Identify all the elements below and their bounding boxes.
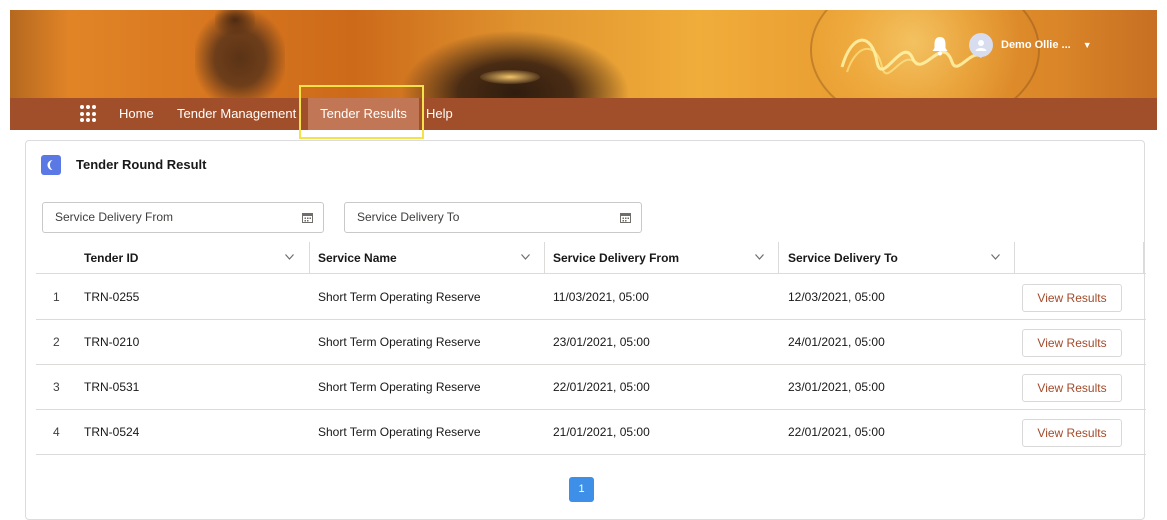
table-row: 4 TRN-0524 Short Term Operating Reserve …	[36, 410, 1146, 455]
banner-bottle-top	[215, 10, 255, 35]
row-number: 4	[53, 425, 60, 439]
chevron-down-icon[interactable]	[991, 254, 1000, 260]
column-header-service-delivery-to[interactable]: Service Delivery To	[788, 242, 898, 274]
service-name-cell: Short Term Operating Reserve	[318, 380, 481, 394]
service-delivery-to-input[interactable]: Service Delivery To	[344, 202, 642, 233]
nav-item-help[interactable]: Help	[426, 98, 453, 130]
nav-item-home[interactable]: Home	[119, 98, 154, 130]
view-results-button[interactable]: View Results	[1022, 419, 1122, 447]
caret-down-icon: ▼	[1082, 40, 1092, 50]
tender-id-cell: TRN-0210	[84, 335, 140, 349]
delivery-from-cell: 23/01/2021, 05:00	[553, 335, 650, 349]
row-number: 1	[53, 290, 60, 304]
column-divider	[1143, 242, 1144, 274]
nav-item-tender-management[interactable]: Tender Management	[177, 98, 296, 130]
column-header-service-delivery-from[interactable]: Service Delivery From	[553, 242, 679, 274]
column-divider[interactable]	[309, 242, 310, 274]
tender-id-cell: TRN-0531	[84, 380, 140, 394]
table-row: 3 TRN-0531 Short Term Operating Reserve …	[36, 365, 1146, 410]
view-results-button[interactable]: View Results	[1022, 284, 1122, 312]
column-divider[interactable]	[1014, 242, 1015, 274]
moon-icon	[41, 155, 61, 175]
calendar-icon[interactable]	[302, 212, 313, 223]
tender-results-highlight	[299, 85, 424, 139]
delivery-to-cell: 23/01/2021, 05:00	[788, 380, 885, 394]
tender-round-result-card: Tender Round Result Service Delivery Fro…	[25, 140, 1146, 520]
row-number: 2	[53, 335, 60, 349]
column-header-tender-id[interactable]: Tender ID	[84, 242, 138, 274]
table-row: 1 TRN-0255 Short Term Operating Reserve …	[36, 275, 1146, 320]
banner-lamp-shape	[400, 30, 630, 98]
column-divider[interactable]	[544, 242, 545, 274]
service-delivery-from-placeholder: Service Delivery From	[55, 210, 174, 224]
table-row: 2 TRN-0210 Short Term Operating Reserve …	[36, 320, 1146, 365]
row-number: 3	[53, 380, 60, 394]
nav-bar: Home Tender Management Tender Results He…	[10, 98, 1157, 130]
chevron-down-icon[interactable]	[285, 254, 294, 260]
chevron-down-icon[interactable]	[755, 254, 764, 260]
user-avatar-icon	[969, 33, 993, 57]
service-delivery-from-input[interactable]: Service Delivery From	[42, 202, 324, 233]
tender-id-cell: TRN-0255	[84, 290, 140, 304]
chevron-down-icon[interactable]	[521, 254, 530, 260]
calendar-icon[interactable]	[620, 212, 631, 223]
service-name-cell: Short Term Operating Reserve	[318, 335, 481, 349]
delivery-from-cell: 22/01/2021, 05:00	[553, 380, 650, 394]
user-name: Demo Ollie ...	[1001, 39, 1071, 51]
user-menu[interactable]: Demo Ollie ... ▼	[969, 33, 1092, 57]
bell-icon[interactable]	[931, 36, 949, 56]
service-delivery-to-placeholder: Service Delivery To	[357, 210, 460, 224]
delivery-to-cell: 24/01/2021, 05:00	[788, 335, 885, 349]
view-results-button[interactable]: View Results	[1022, 329, 1122, 357]
delivery-from-cell: 21/01/2021, 05:00	[553, 425, 650, 439]
column-divider[interactable]	[778, 242, 779, 274]
card-title: Tender Round Result	[76, 157, 207, 172]
delivery-to-cell: 22/01/2021, 05:00	[788, 425, 885, 439]
delivery-from-cell: 11/03/2021, 05:00	[553, 290, 649, 304]
column-header-service-name[interactable]: Service Name	[318, 242, 397, 274]
service-name-cell: Short Term Operating Reserve	[318, 425, 481, 439]
banner-shadow	[10, 10, 70, 98]
delivery-to-cell: 12/03/2021, 05:00	[788, 290, 885, 304]
banner-lamp-glow	[480, 70, 540, 84]
view-results-button[interactable]: View Results	[1022, 374, 1122, 402]
tender-id-cell: TRN-0524	[84, 425, 140, 439]
service-name-cell: Short Term Operating Reserve	[318, 290, 481, 304]
table-header: Tender ID Service Name Service Delivery …	[36, 242, 1146, 274]
app-launcher-icon[interactable]	[80, 105, 98, 123]
pagination-page-button[interactable]: 1	[569, 477, 594, 502]
